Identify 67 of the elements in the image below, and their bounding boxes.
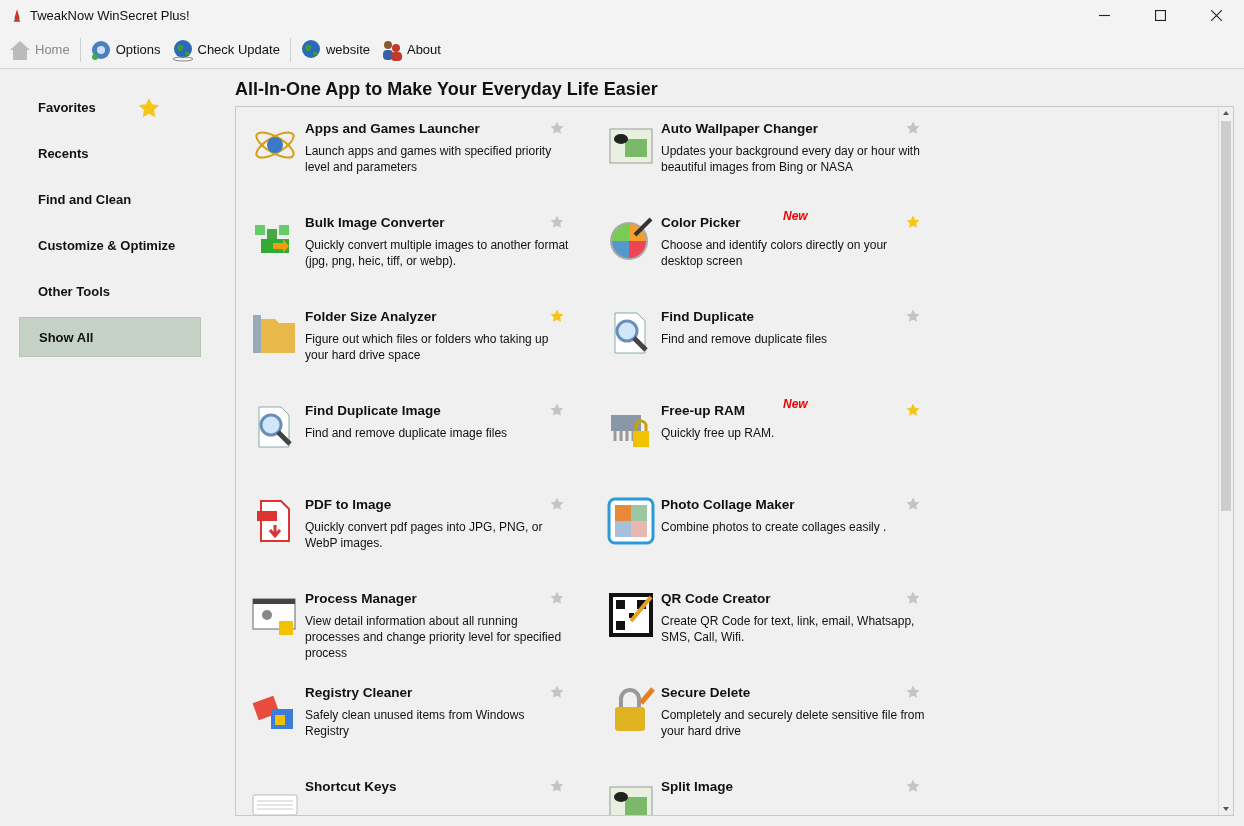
toolbar-button[interactable]: About	[377, 35, 449, 64]
toolbar-button[interactable]: website	[296, 35, 378, 64]
tool-title[interactable]: Photo Collage Maker	[661, 497, 795, 512]
tool-description: Quickly convert multiple images to another format (jpg, png, heic, tiff, or webp).	[305, 237, 570, 269]
rocket-icon	[12, 8, 22, 23]
sidebar-item[interactable]: Customize & Optimize	[19, 225, 201, 265]
sidebar-item[interactable]: Other Tools	[19, 271, 201, 311]
scrollbar-thumb[interactable]	[1221, 121, 1231, 511]
tool-title[interactable]: Bulk Image Converter	[305, 215, 445, 230]
tool-description: View detail information about all running processes and change priority level for specified process	[305, 613, 563, 661]
star-icon[interactable]	[906, 309, 920, 323]
tool-title[interactable]: Auto Wallpaper Changer	[661, 121, 818, 136]
tool-description: Updates your background every day or hour with beautiful images from Bing or NASA	[661, 143, 921, 175]
window-title: TweakNow WinSecret Plus!	[30, 8, 190, 23]
tool-description: Find and remove duplicate image files	[305, 425, 509, 441]
star-icon[interactable]	[906, 403, 920, 417]
collage-icon[interactable]	[607, 497, 655, 545]
toolbar-button[interactable]: Check Update	[168, 35, 288, 64]
star-icon[interactable]	[906, 779, 920, 793]
tool-title[interactable]: Find Duplicate	[661, 309, 754, 324]
new-label: New	[783, 209, 808, 223]
tool-title[interactable]: Shortcut Keys	[305, 779, 397, 794]
sidebar-item[interactable]: Show All	[19, 317, 201, 357]
tool-description: Safely clean unused items from Windows Registry	[305, 707, 526, 739]
star-icon[interactable]	[906, 121, 920, 135]
tool-title[interactable]: Color Picker	[661, 215, 741, 230]
tool-title[interactable]: Split Image	[661, 779, 733, 794]
star-icon[interactable]	[550, 121, 564, 135]
new-label: New	[783, 397, 808, 411]
star-icon[interactable]	[550, 403, 564, 417]
tool-description: Find and remove duplicate files	[661, 331, 829, 347]
star-icon[interactable]	[906, 497, 920, 511]
star-icon[interactable]	[906, 685, 920, 699]
star-icon[interactable]	[550, 309, 564, 323]
tool-description: Launch apps and games with specified priority level and parameters	[305, 143, 553, 175]
tool-description: Quickly free up RAM.	[661, 425, 776, 441]
star-icon[interactable]	[906, 215, 920, 229]
tool-description: Create QR Code for text, link, email, Whatsapp, SMS, Call, Wifi.	[661, 613, 916, 645]
tool-title[interactable]: Apps and Games Launcher	[305, 121, 480, 136]
tool-description: Quickly convert pdf pages into JPG, PNG, or WebP images.	[305, 519, 544, 551]
scrollbar[interactable]	[1218, 107, 1233, 815]
sidebar-item[interactable]: Recents	[19, 133, 201, 173]
tool-title[interactable]: Registry Cleaner	[305, 685, 413, 700]
tool-title[interactable]: Free-up RAM	[661, 403, 745, 418]
tool-title[interactable]: Folder Size Analyzer	[305, 309, 437, 324]
star-icon[interactable]	[550, 779, 564, 793]
page-heading: All-In-One App to Make Your Everyday Life Easier	[235, 79, 659, 100]
tool-description: Choose and identify colors directly on your desktop screen	[661, 237, 889, 269]
tool-title[interactable]: Secure Delete	[661, 685, 751, 700]
tool-description: Combine photos to create collages easily .	[661, 519, 888, 535]
tool-description: Completely and securely delete sensitive file from your hard drive	[661, 707, 926, 739]
star-icon[interactable]	[550, 497, 564, 511]
globe-icon	[170, 37, 195, 62]
toolbar-button[interactable]: Options	[86, 35, 169, 64]
palette-icon[interactable]	[607, 215, 655, 263]
tool-title[interactable]: Process Manager	[305, 591, 417, 606]
sidebar-item[interactable]: Find and Clean	[19, 179, 201, 219]
star-icon[interactable]	[550, 591, 564, 605]
star-icon[interactable]	[550, 685, 564, 699]
tool-title[interactable]: QR Code Creator	[661, 591, 771, 606]
tool-title[interactable]: PDF to Image	[305, 497, 392, 512]
tool-description: Figure out which files or folders who taking up your hard drive space	[305, 331, 550, 363]
star-icon[interactable]	[906, 591, 920, 605]
tool-title[interactable]: Find Duplicate Image	[305, 403, 441, 418]
sidebar-item[interactable]: Favorites	[19, 87, 201, 127]
qr-code-icon[interactable]	[607, 591, 655, 639]
star-icon[interactable]	[550, 215, 564, 229]
